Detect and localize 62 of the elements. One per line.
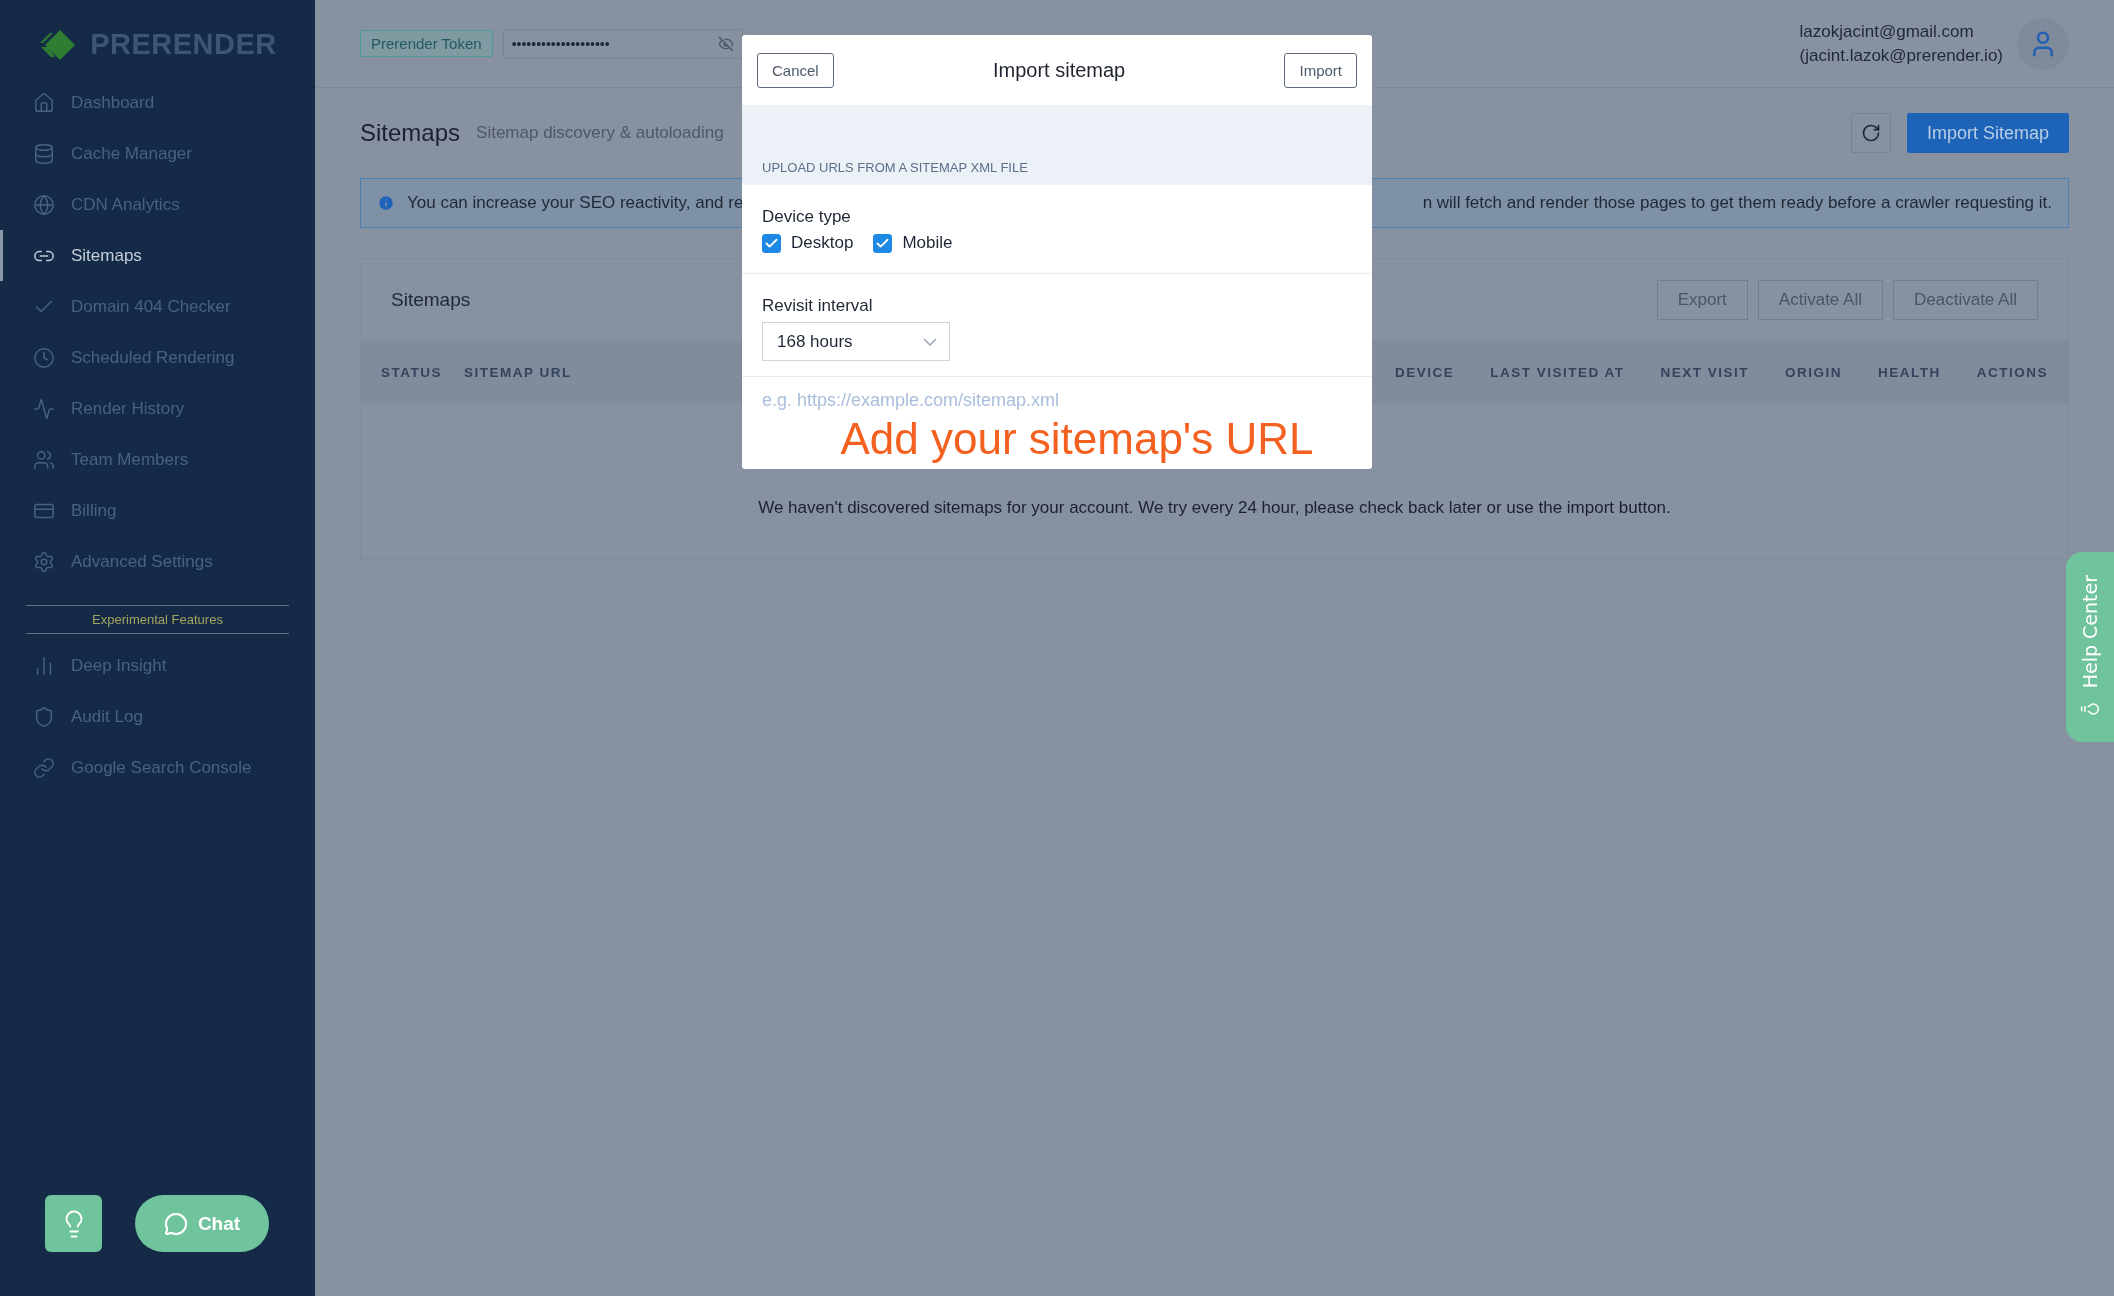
- section-label: UPLOAD URLS FROM A SITEMAP XML FILE: [762, 160, 1028, 175]
- chat-button[interactable]: Chat: [135, 1195, 269, 1252]
- gear-icon: [33, 550, 55, 573]
- database-icon: [33, 142, 55, 165]
- info-text: You can increase your SEO reactivity, and re: [407, 193, 744, 213]
- nav-item[interactable]: Google Search Console: [0, 742, 315, 793]
- field-label: Device type: [762, 207, 852, 227]
- nav-item[interactable]: Team Members: [0, 434, 315, 485]
- help-center-tab[interactable]: Help Center: [2066, 552, 2114, 742]
- user-email: lazokjacint@gmail.com: [1799, 21, 1975, 42]
- card-title: Sitemaps: [391, 289, 471, 311]
- column-header: DEVICE: [1394, 364, 1455, 380]
- nav-item[interactable]: Scheduled Rendering: [0, 332, 315, 383]
- eye-off-icon[interactable]: [717, 35, 734, 52]
- nav-item[interactable]: Render History: [0, 383, 315, 434]
- empty-message: We haven't discovered sitemaps for your account. We try every 24 hour, please check back later or use the import button.: [758, 498, 1671, 519]
- column-header: STATUS: [381, 364, 442, 380]
- cancel-button[interactable]: Cancel: [757, 52, 834, 88]
- globe-icon: [33, 193, 55, 216]
- refresh-icon: [1860, 123, 1881, 143]
- column-header: HEALTH: [1878, 364, 1941, 380]
- refresh-button[interactable]: [1850, 113, 1891, 153]
- field-label: Revisit interval: [762, 296, 874, 316]
- nav-item[interactable]: Audit Log: [0, 691, 315, 742]
- checkbox-icon[interactable]: [873, 233, 893, 253]
- dialog-title: Import sitemap: [992, 58, 1126, 82]
- checkbox-icon[interactable]: [762, 233, 781, 253]
- chevron-icon: [923, 337, 937, 346]
- import-button[interactable]: Import: [1284, 52, 1357, 88]
- column-header: LAST VISITED AT: [1490, 364, 1625, 380]
- link-icon: [33, 756, 55, 779]
- users-icon: [33, 448, 55, 471]
- import-sitemap-button[interactable]: Import Sitemap: [1906, 113, 2069, 153]
- shield-icon: [33, 705, 55, 728]
- clock-icon: [33, 346, 55, 369]
- section-label: Experimental Features: [92, 612, 223, 627]
- page-title: Sitemaps: [360, 119, 461, 147]
- info-text: n will fetch and render those pages to get them ready before a crawler requesting it.: [1422, 193, 2052, 213]
- column-header: ACTIONS: [1976, 364, 2048, 380]
- nav-item[interactable]: Advanced Settings: [0, 536, 315, 587]
- pulse-icon: [33, 397, 55, 420]
- nav-item[interactable]: CDN Analytics: [0, 179, 315, 230]
- column-header: SITEMAP URL: [464, 364, 572, 380]
- home-icon: [33, 91, 55, 114]
- token-label: Prerender Token: [360, 30, 493, 57]
- nav-item[interactable]: Cache Manager: [0, 128, 315, 179]
- nav-item[interactable]: Billing: [0, 485, 315, 536]
- nav-item[interactable]: Domain 404 Checker: [0, 281, 315, 332]
- column-header: NEXT VISIT: [1660, 364, 1749, 380]
- token-field[interactable]: ••••••••••••••••••••: [502, 28, 743, 59]
- info-icon: [377, 194, 395, 212]
- nav-item[interactable]: Sitemaps: [0, 230, 315, 281]
- device-checkbox[interactable]: Mobile: [873, 233, 953, 253]
- nav-item[interactable]: Deep Insight: [0, 640, 315, 691]
- lightbulb-button[interactable]: [45, 1195, 102, 1252]
- column-header: ORIGIN: [1785, 364, 1842, 380]
- nav-item[interactable]: Dashboard: [0, 77, 315, 128]
- interval-select[interactable]: 168 hours: [762, 322, 950, 361]
- user-alias: (jacint.lazok@prerender.io): [1799, 45, 2003, 66]
- speech-bubble-icon: [163, 1211, 188, 1236]
- page-subtitle: Sitemap discovery & autoloading: [476, 123, 724, 143]
- device-checkbox[interactable]: Desktop: [762, 233, 854, 253]
